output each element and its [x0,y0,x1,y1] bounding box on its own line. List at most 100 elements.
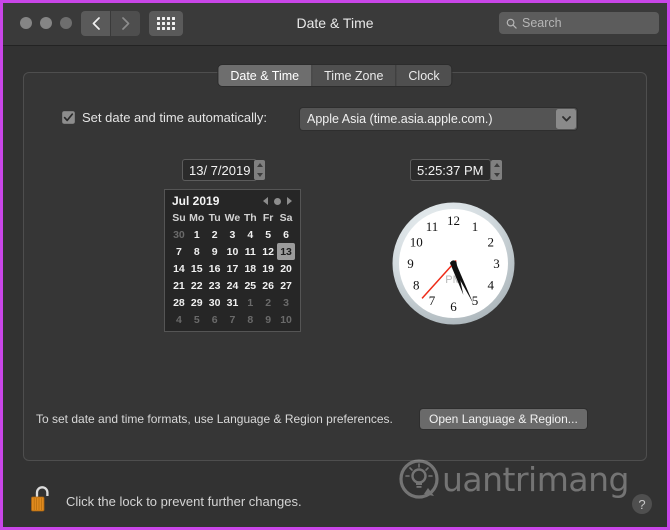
prev-month-arrow-icon[interactable] [263,197,268,205]
clock-numeral: 2 [487,235,494,250]
calendar-weekday-row: Su Mo Tu We Th Fr Sa [170,211,295,226]
calendar-day-cell[interactable]: 9 [206,243,224,260]
preferences-window: Date & Time Search Date & Time Time Zone… [3,3,667,527]
time-input[interactable]: 5:25:37 PM [411,160,490,180]
stepper-up-icon[interactable] [493,163,500,167]
calendar-day-cell[interactable]: 3 [224,226,242,243]
calendar-day-cell[interactable]: 8 [188,243,206,260]
tab-date-time[interactable]: Date & Time [218,65,313,86]
next-month-arrow-icon[interactable] [287,197,292,205]
calendar-day-cell[interactable]: 7 [224,311,242,328]
calendar-week-row: 30 1 2 3 4 5 6 [170,226,295,243]
calendar-day-cell[interactable]: 29 [188,294,206,311]
calendar-day-cell[interactable]: 4 [241,226,259,243]
calendar-week-row: 14 15 16 17 18 19 20 [170,260,295,277]
search-placeholder: Search [522,16,562,30]
calendar-day-cell[interactable]: 30 [170,226,188,243]
stepper-down-icon[interactable] [493,173,500,177]
calendar-day-cell[interactable]: 30 [206,294,224,311]
clock-numeral: 12 [447,213,460,228]
calendar-day-cell[interactable]: 1 [188,226,206,243]
date-input[interactable]: 13/ 7/2019 [183,160,257,180]
calendar-day-cell[interactable]: 19 [259,260,277,277]
calendar-week-row: 4 5 6 7 8 9 10 [170,311,295,328]
calendar-day-cell[interactable]: 5 [188,311,206,328]
calendar-day-cell[interactable]: 12 [259,243,277,260]
date-stepper[interactable] [254,160,265,180]
checkmark-icon [63,113,74,122]
calendar-day-cell[interactable]: 6 [277,226,295,243]
calendar-day-cell[interactable]: 5 [259,226,277,243]
clock-numeral: 3 [493,256,500,271]
time-stepper[interactable] [491,160,502,180]
clock-face: 1234567891011 12 PM [392,202,515,325]
calendar-day-cell[interactable]: 28 [170,294,188,311]
set-automatically-row: Set date and time automatically: [62,110,267,125]
weekday-header: Su [172,212,186,224]
chevron-down-icon[interactable] [556,109,576,129]
calendar-day-cell[interactable]: 7 [170,243,188,260]
calendar-day-cell[interactable]: 1 [241,294,259,311]
calendar-day-cell[interactable]: 10 [224,243,242,260]
calendar-day-cell[interactable]: 22 [188,277,206,294]
calendar-day-cell[interactable]: 3 [277,294,295,311]
weekday-header: Sa [279,212,293,224]
today-dot-icon[interactable] [274,197,281,205]
tab-bar: Date & Time Time Zone Clock [218,65,452,86]
calendar-day-cell[interactable]: 14 [170,260,188,277]
clock-numeral: 6 [450,299,457,314]
calendar-day-cell[interactable]: 31 [224,294,242,311]
lock-message: Click the lock to prevent further change… [66,494,302,509]
calendar-day-cell[interactable]: 6 [206,311,224,328]
unlocked-padlock-icon[interactable] [29,484,55,519]
weekday-header: Th [243,212,257,224]
tab-clock[interactable]: Clock [396,65,452,86]
calendar-day-cell[interactable]: 4 [170,311,188,328]
stepper-up-icon[interactable] [256,163,263,167]
format-note: To set date and time formats, use Langua… [36,412,393,426]
calendar-day-cell[interactable]: 20 [277,260,295,277]
calendar-day-cell[interactable]: 8 [241,311,259,328]
calendar-day-cell[interactable]: 11 [241,243,259,260]
calendar-day-cell[interactable]: 2 [206,226,224,243]
calendar-nav [263,197,295,205]
calendar-day-cell[interactable]: 21 [170,277,188,294]
calendar-day-cell[interactable]: 13 [277,243,295,260]
tab-time-zone[interactable]: Time Zone [312,65,397,86]
clock-numeral: 4 [487,278,494,293]
calendar-day-cell[interactable]: 25 [241,277,259,294]
calendar-day-cell[interactable]: 26 [259,277,277,294]
lightbulb-logo-icon [399,459,439,499]
calendar-body: 30 1 2 3 4 5 6 7 8 9 10 11 12 13 14 15 16 17 18 19 20 21 22 23 2… [170,226,295,328]
calendar-header: Jul 2019 [170,194,295,208]
clock-numeral: 8 [413,278,420,293]
calendar-day-cell[interactable]: 24 [224,277,242,294]
analog-clock: 1 2 3 4 5 6 7 8 9 10 11 12 PM [391,201,516,326]
clock-numeral: 11 [426,219,439,234]
lock-row: Click the lock to prevent further change… [29,484,302,519]
calendar-day-cell[interactable]: 9 [259,311,277,328]
calendar-day-cell[interactable]: 2 [259,294,277,311]
search-icon [506,18,517,29]
calendar-day-cell[interactable]: 15 [188,260,206,277]
clock-numeral: 1 [472,219,479,234]
watermark-text: uantrimang [442,459,629,499]
title-bar: Date & Time Search [3,3,667,46]
open-language-region-button[interactable]: Open Language & Region... [420,409,587,429]
stepper-down-icon[interactable] [256,173,263,177]
time-server-select[interactable]: Apple Asia (time.asia.apple.com.) [300,108,577,130]
calendar-widget[interactable]: Jul 2019 Su Mo Tu We Th Fr Sa 30 1 2 3 4 5 6 7 8… [164,189,301,332]
weekday-header: We [224,212,241,224]
calendar-day-cell[interactable]: 18 [241,260,259,277]
weekday-header: Mo [189,212,205,224]
calendar-day-cell[interactable]: 23 [206,277,224,294]
calendar-day-cell[interactable]: 16 [206,260,224,277]
calendar-day-cell[interactable]: 10 [277,311,295,328]
calendar-day-cell[interactable]: 27 [277,277,295,294]
help-button[interactable]: ? [632,494,652,514]
calendar-day-cell[interactable]: 17 [224,260,242,277]
calendar-week-row: 21 22 23 24 25 26 27 [170,277,295,294]
clock-numeral: 10 [410,235,423,250]
search-field[interactable]: Search [499,12,659,34]
set-automatically-checkbox[interactable] [62,111,75,124]
